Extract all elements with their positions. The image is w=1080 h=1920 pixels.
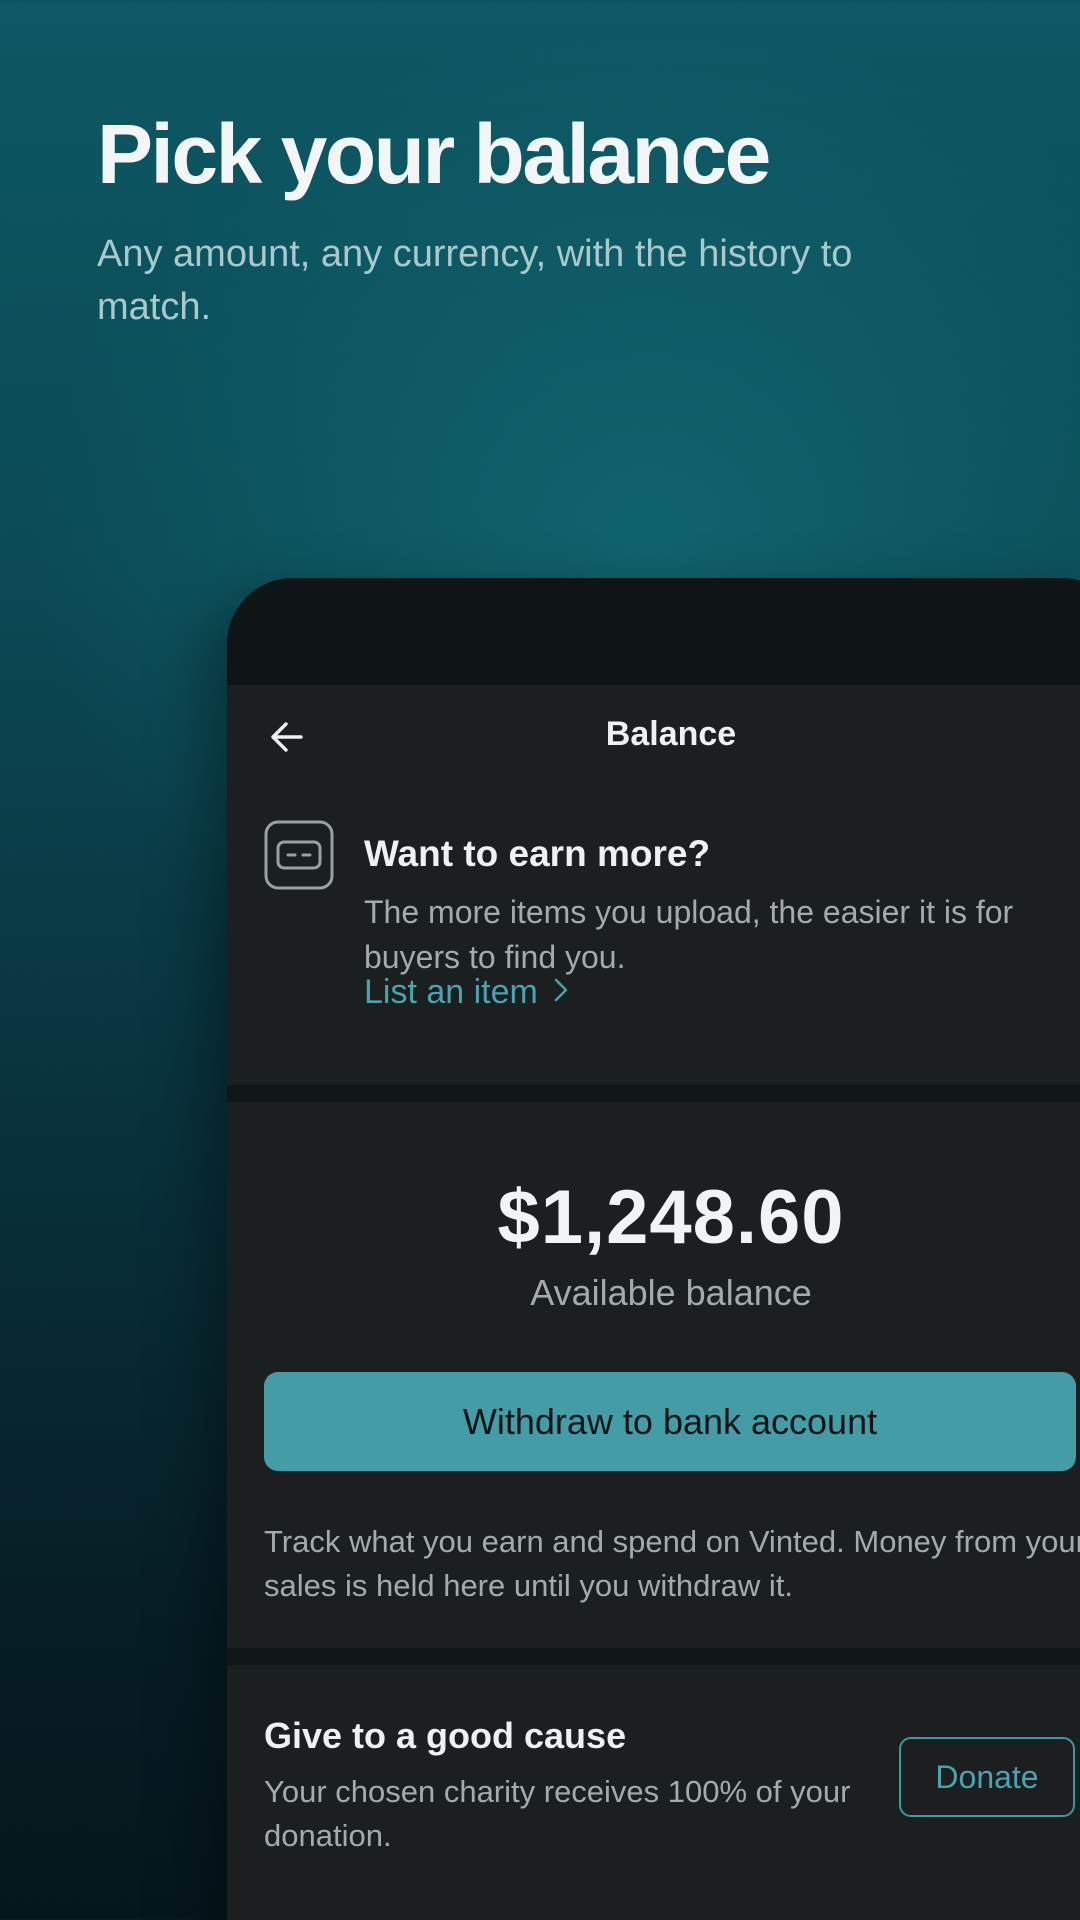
list-an-item-label: List an item bbox=[364, 973, 538, 1011]
promo-title: Want to earn more? bbox=[364, 833, 711, 874]
balance-info-text: Track what you earn and spend on Vinted.… bbox=[264, 1524, 1080, 1603]
donate-button[interactable]: Donate bbox=[899, 1737, 1075, 1817]
withdraw-button[interactable]: Withdraw to bank account bbox=[264, 1372, 1076, 1471]
marketing-headline: Pick your balance bbox=[97, 107, 771, 201]
balance-screen: Balance Want to earn more? The more item… bbox=[227, 685, 1080, 1920]
earn-more-banner: Want to earn more? The more items you up… bbox=[227, 785, 1080, 1085]
phone-frame: Balance Want to earn more? The more item… bbox=[227, 578, 1080, 1920]
section-divider bbox=[227, 1085, 1080, 1102]
charity-title: Give to a good cause bbox=[264, 1715, 627, 1756]
list-an-item-link[interactable]: List an item bbox=[364, 973, 570, 1012]
wallet-card-icon bbox=[264, 820, 334, 890]
app-bar: Balance bbox=[227, 685, 1080, 785]
page-title: Balance bbox=[605, 715, 737, 753]
balance-label: Available balance bbox=[530, 1272, 812, 1313]
marketing-subhead: Any amount, any currency, with the histo… bbox=[97, 233, 853, 328]
balance-amount: $1,248.60 bbox=[497, 1175, 845, 1260]
section-divider bbox=[227, 1648, 1080, 1665]
chevron-right-icon bbox=[552, 973, 570, 1012]
promo-description: The more items you upload, the easier it… bbox=[364, 894, 1014, 975]
balance-section: $1,248.60 Available balance Withdraw to … bbox=[227, 1102, 1080, 1648]
charity-section: Give to a good cause Your chosen charity… bbox=[227, 1665, 1080, 1895]
status-bar bbox=[227, 578, 1080, 685]
charity-description: Your chosen charity receives 100% of you… bbox=[264, 1774, 851, 1853]
